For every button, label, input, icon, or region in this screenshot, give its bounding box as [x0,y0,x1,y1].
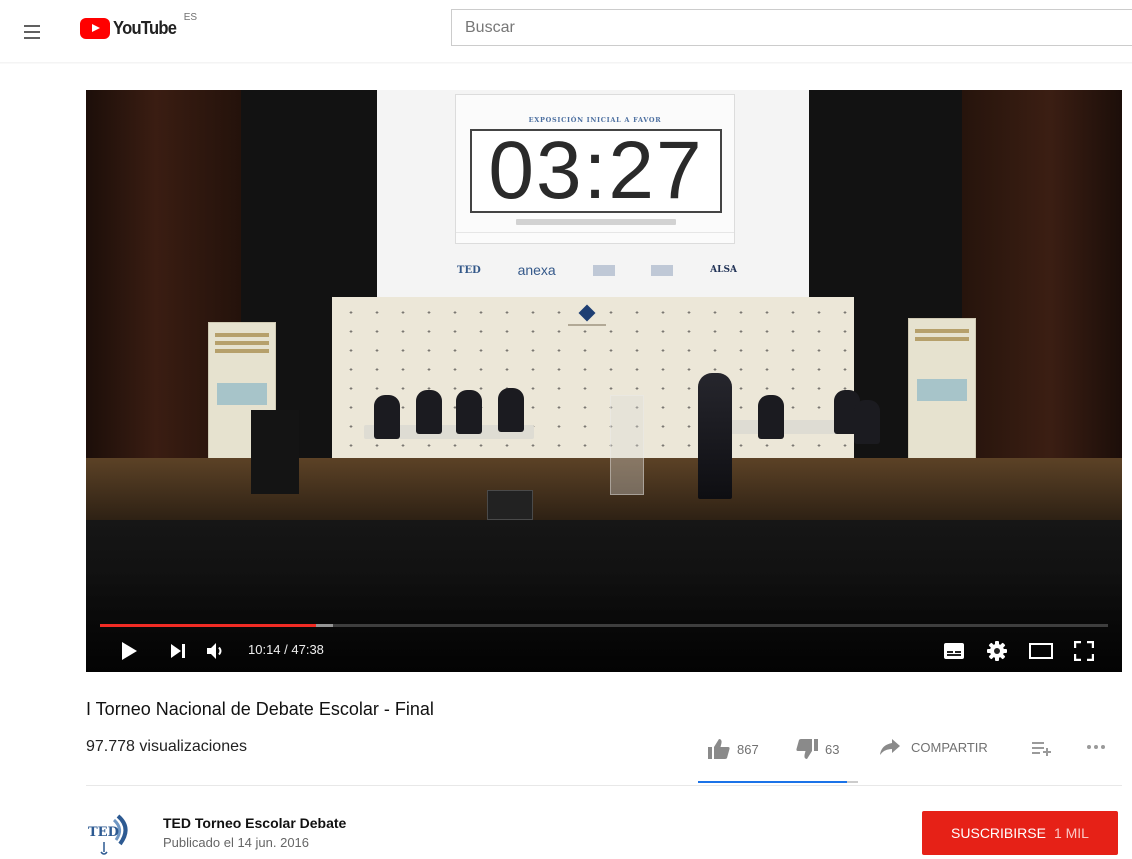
video-frame: EXPOSICIÓN INICIAL A FAVOR 03:27 TED ane… [86,90,1122,672]
volume-button[interactable] [204,637,230,665]
logo-text: YouTube [113,18,177,38]
debater [758,395,784,439]
subtitles-icon [944,643,964,659]
dislike-button[interactable]: 63 [796,739,839,759]
debater [456,390,482,434]
ted-logo-icon: TED [88,814,128,855]
subscriber-count: 1 MIL [1053,825,1089,841]
stage-monitor [487,490,533,520]
debater [416,390,442,434]
youtube-play-logo-icon [80,18,110,39]
fullscreen-button[interactable] [1069,637,1099,665]
channel-logo-text: TED [88,825,119,840]
debater [854,400,880,444]
menu-icon[interactable] [22,20,46,44]
sponsor-ted: TED [457,264,481,276]
share-button[interactable]: COMPARTIR [880,739,988,755]
channel-avatar[interactable]: TED [88,812,130,856]
thumbs-up-icon [708,739,730,759]
slide-timer-box: 03:27 [470,129,722,213]
speaker [698,373,732,499]
progress-bar[interactable] [100,624,1108,627]
more-actions-button[interactable] [1086,744,1106,750]
lectern [610,395,644,495]
thumbs-down-icon [796,739,818,759]
banner-right [908,318,976,476]
stage-backdrop [332,297,854,472]
gear-icon [987,641,1007,661]
slide-button-bar [516,219,676,225]
play-button[interactable] [116,637,142,665]
progress-played [100,624,316,627]
subscribe-label: SUSCRIBIRSE [951,825,1046,841]
volume-icon [207,643,222,659]
video-player[interactable]: EXPOSICIÓN INICIAL A FAVOR 03:27 TED ane… [86,90,1122,672]
publish-date: Publicado el 14 jun. 2016 [163,835,310,850]
slide: EXPOSICIÓN INICIAL A FAVOR 03:27 [455,94,735,244]
time-display: 10:14 / 47:38 [248,642,324,657]
debater [498,388,524,432]
play-icon [122,642,137,660]
sponsor-logo-icon [651,264,674,276]
view-count: 97.778 visualizaciones [86,738,247,755]
video-title: I Torneo Nacional de Debate Escolar - Fi… [86,699,434,719]
dislike-count: 63 [825,741,840,757]
add-to-playlist-button[interactable] [1032,740,1052,756]
projection-screen: EXPOSICIÓN INICIAL A FAVOR 03:27 TED ane… [377,90,809,297]
slide-heading: EXPOSICIÓN INICIAL A FAVOR [528,116,662,124]
share-label: COMPARTIR [911,739,988,755]
slide-timer: 03:27 [488,125,704,216]
like-count: 867 [737,741,759,757]
country-code: ES [183,12,198,23]
next-icon [170,644,185,658]
add-to-playlist-icon [1032,742,1051,756]
search-input[interactable] [452,10,1132,45]
search-box [451,9,1132,46]
slide-divider [456,232,734,233]
star-logo-icon [567,304,607,333]
subtitles-button[interactable] [939,637,969,665]
next-button[interactable] [166,637,190,665]
stage-floor [86,458,1122,520]
channel-name[interactable]: TED Torneo Escolar Debate [163,815,346,831]
slide-sponsors: TED anexa ALSA [457,251,737,289]
share-arrow-icon [880,739,900,755]
settings-button[interactable] [982,637,1012,665]
youtube-logo[interactable]: YouTube ES [80,12,197,40]
podium [251,410,299,494]
theater-mode-button[interactable] [1026,637,1056,665]
masthead: YouTube ES [0,0,1132,64]
divider [86,785,1122,786]
subscribe-button[interactable]: SUSCRIBIRSE 1 MIL [922,811,1118,855]
theater-mode-icon [1029,643,1053,659]
header-shadow [0,62,1132,64]
more-horizontal-icon [1087,745,1105,749]
sponsor-logo-icon [592,264,615,276]
sentiment-like-fill [698,781,848,783]
sponsor-alsa: ALSA [710,265,737,275]
fullscreen-icon [1074,641,1094,661]
sponsor-anexa: anexa [517,262,556,278]
sentiment-bar [698,781,858,783]
debater [374,395,400,439]
like-button[interactable]: 867 [708,739,759,759]
